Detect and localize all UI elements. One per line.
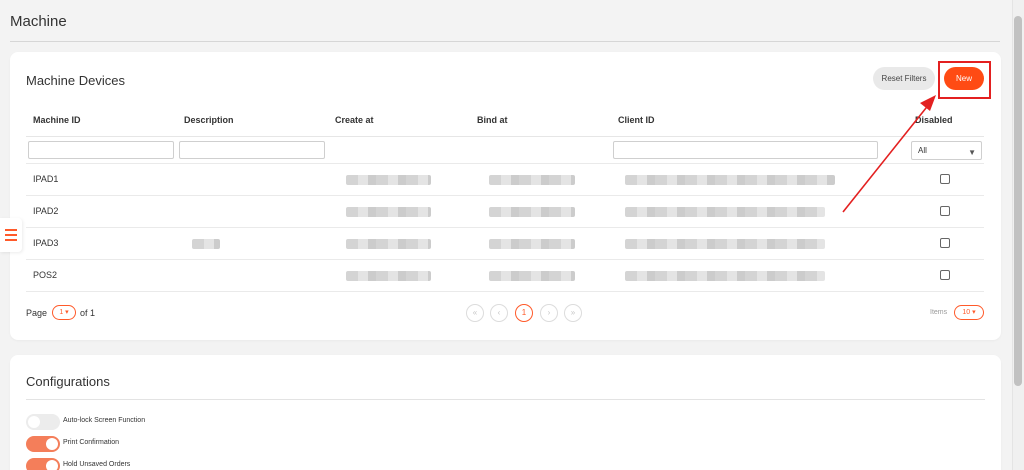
redacted-create-at	[346, 207, 431, 217]
table-header: Machine ID Description Create at Bind at…	[26, 105, 984, 137]
redacted-bind-at	[489, 271, 575, 281]
next-page-button[interactable]: ›	[540, 304, 558, 322]
column-header-client-id[interactable]: Client ID	[618, 115, 655, 125]
page-select[interactable]: 1 ▾	[52, 305, 76, 320]
column-header-machine-id[interactable]: Machine ID	[33, 115, 81, 125]
redacted-description	[192, 239, 220, 249]
disabled-checkbox[interactable]	[940, 206, 950, 216]
toggle-knob	[46, 438, 58, 450]
hold-unsaved-orders-label: Hold Unsaved Orders	[63, 461, 131, 468]
annotation-highlight-box	[938, 61, 991, 99]
page-title: Machine	[10, 13, 67, 30]
redacted-client-id	[625, 271, 825, 281]
toggle-knob	[28, 416, 40, 428]
scrollbar-thumb[interactable]	[1014, 16, 1022, 386]
redacted-create-at	[346, 271, 431, 281]
machine-id-cell: IPAD2	[33, 206, 59, 216]
description-filter-input[interactable]	[179, 141, 325, 159]
title-divider	[10, 41, 1000, 42]
configurations-divider	[26, 399, 985, 400]
current-page-button[interactable]: 1	[515, 304, 533, 322]
page-scrollbar[interactable]	[1012, 0, 1024, 470]
machine-devices-heading: Machine Devices	[26, 73, 125, 88]
column-header-create-at[interactable]: Create at	[335, 115, 374, 125]
disabled-checkbox[interactable]	[940, 174, 950, 184]
redacted-bind-at	[489, 207, 575, 217]
hold-unsaved-orders-toggle[interactable]	[26, 458, 60, 470]
page-count-label: of 1	[80, 308, 96, 318]
auto-lock-label: Auto-lock Screen Function	[63, 417, 146, 424]
configurations-heading: Configurations	[26, 374, 110, 389]
table-row[interactable]: POS2	[26, 260, 984, 292]
machine-devices-card: Machine Devices Reset Filters New Machin…	[10, 52, 1001, 340]
print-confirmation-toggle[interactable]	[26, 436, 60, 452]
machine-id-cell: POS2	[33, 270, 58, 280]
toggle-knob	[46, 460, 58, 470]
disabled-checkbox[interactable]	[940, 270, 950, 280]
redacted-create-at	[346, 239, 431, 249]
column-header-disabled[interactable]: Disabled	[915, 115, 953, 125]
redacted-client-id	[625, 175, 835, 185]
configurations-card: Configurations Auto-lock Screen Function…	[10, 355, 1001, 470]
page-label: Page	[26, 308, 48, 318]
pagination-bar: Page 1 ▾ of 1 « ‹ 1 › » Items 10 ▾	[26, 304, 984, 324]
last-page-button[interactable]: »	[564, 304, 582, 322]
table-row[interactable]: IPAD2	[26, 196, 984, 228]
machine-id-cell: IPAD3	[33, 238, 59, 248]
items-per-page-value: 10	[962, 309, 971, 316]
table-row[interactable]: IPAD1	[26, 164, 984, 196]
disabled-filter-select[interactable]: All ▼	[911, 141, 982, 160]
redacted-bind-at	[489, 239, 575, 249]
auto-lock-toggle[interactable]	[26, 414, 60, 430]
disabled-checkbox[interactable]	[940, 238, 950, 248]
client-id-filter-input[interactable]	[613, 141, 878, 159]
redacted-client-id	[625, 207, 825, 217]
items-per-page-select[interactable]: 10 ▾	[954, 305, 984, 320]
redacted-create-at	[346, 175, 431, 185]
side-menu-toggle[interactable]	[0, 218, 22, 252]
print-confirmation-label: Print Confirmation	[63, 439, 120, 446]
machine-id-filter-input[interactable]	[28, 141, 174, 159]
previous-page-button[interactable]: ‹	[490, 304, 508, 322]
items-per-page-label: Items	[930, 309, 948, 316]
column-header-bind-at[interactable]: Bind at	[477, 115, 508, 125]
disabled-filter-value: All	[918, 146, 927, 155]
redacted-bind-at	[489, 175, 575, 185]
filter-row: All ▼	[26, 137, 984, 164]
first-page-button[interactable]: «	[466, 304, 484, 322]
reset-filters-button[interactable]: Reset Filters	[873, 67, 935, 90]
machine-id-cell: IPAD1	[33, 174, 59, 184]
redacted-client-id	[625, 239, 825, 249]
page-select-value: 1	[59, 309, 64, 316]
column-header-description[interactable]: Description	[184, 115, 234, 125]
caret-down-icon: ▼	[968, 148, 976, 157]
table-row[interactable]: IPAD3	[26, 228, 984, 260]
machine-devices-table: Machine ID Description Create at Bind at…	[26, 105, 984, 292]
